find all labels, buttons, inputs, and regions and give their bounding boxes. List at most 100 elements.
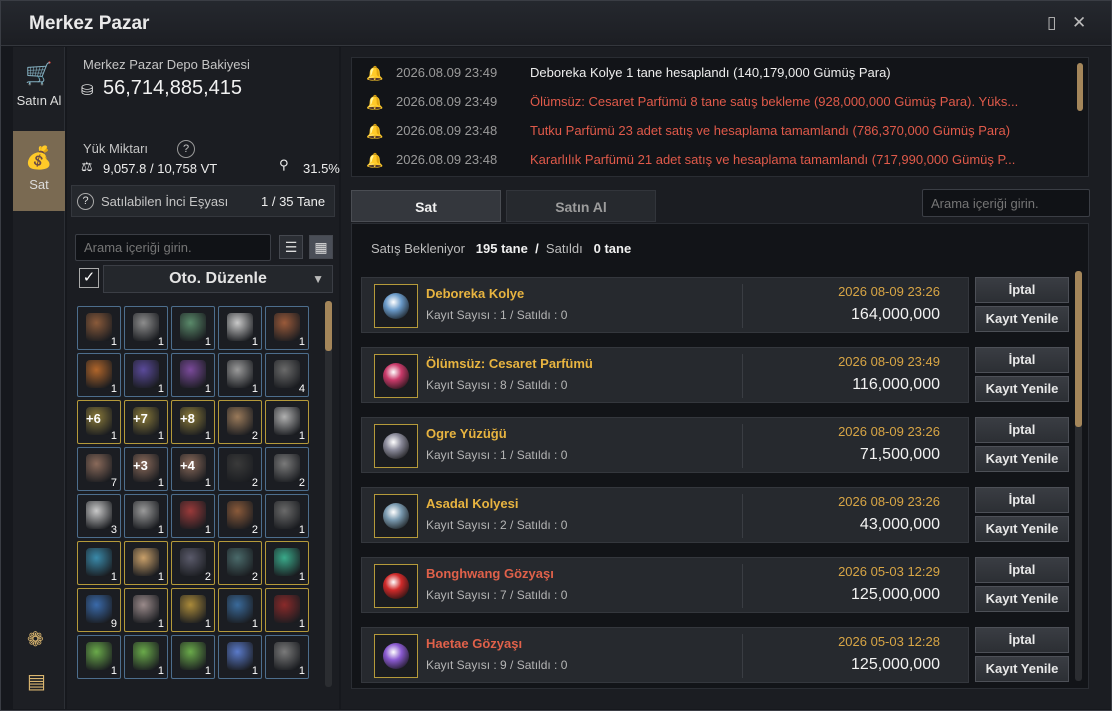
log-scrollbar[interactable]: [1077, 63, 1083, 111]
inventory-slot[interactable]: 1: [124, 306, 168, 350]
nav-sell[interactable]: 💰 Sat: [13, 131, 65, 211]
auto-sort-checkbox[interactable]: ✓: [79, 268, 99, 288]
left-search-input[interactable]: [75, 234, 271, 261]
inventory-slot[interactable]: 4: [265, 353, 309, 397]
item-icon: [274, 548, 300, 576]
item-count: 1: [204, 336, 211, 348]
inventory-slot[interactable]: 1: [218, 635, 262, 679]
inventory-slot[interactable]: +8 1: [171, 400, 215, 444]
inventory-slot[interactable]: 2: [218, 541, 262, 585]
renew-button[interactable]: Kayıt Yenile: [975, 586, 1069, 612]
inventory-slot[interactable]: 2: [171, 541, 215, 585]
inventory-slot[interactable]: 9: [77, 588, 121, 632]
close-icon[interactable]: ✕: [1072, 13, 1086, 33]
item-icon: [133, 313, 159, 341]
inventory-slot[interactable]: 1: [124, 635, 168, 679]
inventory-slot[interactable]: 1: [124, 353, 168, 397]
grid-view-icon[interactable]: ▦: [309, 235, 333, 259]
inventory-slot[interactable]: 1: [218, 353, 262, 397]
item-icon: [180, 360, 206, 388]
inventory-slot[interactable]: 1: [77, 541, 121, 585]
item-count: 1: [110, 665, 117, 677]
weight-help-icon[interactable]: ?: [177, 140, 195, 158]
tab-buy[interactable]: Satın Al: [506, 190, 656, 222]
cancel-button[interactable]: İptal: [975, 417, 1069, 443]
listing-row[interactable]: Ogre Yüzüğü Kayıt Sayısı : 1 / Satıldı : …: [361, 417, 969, 473]
pearl-help-icon[interactable]: ?: [77, 193, 94, 210]
inventory-slot[interactable]: 7: [77, 447, 121, 491]
inventory-slot[interactable]: 2: [265, 447, 309, 491]
log-scroll-thumb[interactable]: [1077, 63, 1083, 111]
renew-button[interactable]: Kayıt Yenile: [975, 306, 1069, 332]
nav-buy[interactable]: 🛒 Satın Al: [13, 47, 65, 127]
item-count: 1: [204, 477, 211, 489]
inventory-slot[interactable]: 1: [218, 588, 262, 632]
cancel-button[interactable]: İptal: [975, 627, 1069, 653]
inventory-slot[interactable]: 1: [171, 588, 215, 632]
inventory-slot[interactable]: 1: [265, 494, 309, 538]
cancel-button[interactable]: İptal: [975, 347, 1069, 373]
tab-sell[interactable]: Sat: [351, 190, 501, 222]
auto-sort-label: Oto. Düzenle: [169, 270, 267, 287]
phone-icon[interactable]: ▯: [1047, 13, 1056, 33]
right-search-input[interactable]: [922, 189, 1090, 217]
listing-divider: [742, 564, 743, 608]
log-message: Deboreka Kolye 1 tane hesaplandı (140,17…: [530, 65, 891, 80]
inventory-slot[interactable]: 1: [77, 306, 121, 350]
inventory-slot[interactable]: 1: [171, 635, 215, 679]
item-icon: [180, 595, 206, 623]
inventory-slot[interactable]: 1: [265, 635, 309, 679]
listing-scroll-thumb[interactable]: [1075, 271, 1082, 427]
inventory-slot[interactable]: 1: [218, 306, 262, 350]
inventory-scroll-thumb[interactable]: [325, 301, 332, 351]
title-bar: Merkez Pazar ▯ ✕: [1, 1, 1111, 46]
inventory-slot[interactable]: 2: [218, 494, 262, 538]
renew-button[interactable]: Kayıt Yenile: [975, 656, 1069, 682]
inventory-slot[interactable]: 1: [124, 494, 168, 538]
listing-name: Bonghwang Gözyaşı: [426, 566, 554, 581]
inventory-slot[interactable]: 2: [218, 447, 262, 491]
listing-scrollbar[interactable]: [1075, 271, 1082, 681]
item-count: 1: [110, 383, 117, 395]
inventory-slot[interactable]: 1: [77, 353, 121, 397]
inventory-slot[interactable]: 1: [77, 635, 121, 679]
listing-counts: Kayıt Sayısı : 8 / Satıldı : 0: [426, 378, 568, 392]
inventory-slot[interactable]: 1: [171, 494, 215, 538]
inventory-slot[interactable]: +6 1: [77, 400, 121, 444]
cancel-button[interactable]: İptal: [975, 557, 1069, 583]
item-icon: [86, 501, 112, 529]
list-view-icon[interactable]: ☰: [279, 235, 303, 259]
cancel-button[interactable]: İptal: [975, 277, 1069, 303]
inventory-slot[interactable]: 1: [265, 306, 309, 350]
log-entry: 🔔 2026.08.09 23:49 Deboreka Kolye 1 tane h…: [352, 59, 1072, 87]
inventory-slot[interactable]: +4 1: [171, 447, 215, 491]
listing-row[interactable]: Asadal Kolyesi Kayıt Sayısı : 2 / Satıldı…: [361, 487, 969, 543]
item-icon: [86, 595, 112, 623]
inventory-slot[interactable]: 2: [218, 400, 262, 444]
inventory-slot[interactable]: +3 1: [124, 447, 168, 491]
tree-icon[interactable]: ❁: [27, 627, 44, 652]
inventory-slot[interactable]: 3: [77, 494, 121, 538]
listing-row[interactable]: Haetae Gözyaşı Kayıt Sayısı : 9 / Satıldı…: [361, 627, 969, 683]
renew-button[interactable]: Kayıt Yenile: [975, 376, 1069, 402]
inventory-slot[interactable]: 1: [171, 306, 215, 350]
listing-row[interactable]: Ölümsüz: Cesaret Parfümü Kayıt Sayısı : 8…: [361, 347, 969, 403]
renew-button[interactable]: Kayıt Yenile: [975, 446, 1069, 472]
sold-value: 0 tane: [593, 241, 632, 256]
inventory-slot[interactable]: +7 1: [124, 400, 168, 444]
inventory-slot[interactable]: 1: [265, 541, 309, 585]
listing-row[interactable]: Bonghwang Gözyaşı Kayıt Sayısı : 7 / Satı…: [361, 557, 969, 613]
inventory-scrollbar[interactable]: [325, 301, 332, 687]
cancel-button[interactable]: İptal: [975, 487, 1069, 513]
listing-item-icon: [374, 354, 418, 398]
renew-button[interactable]: Kayıt Yenile: [975, 516, 1069, 542]
inventory-slot[interactable]: 1: [265, 400, 309, 444]
inventory-slot[interactable]: 1: [124, 588, 168, 632]
auto-sort-dropdown[interactable]: Oto. Düzenle ▼: [103, 265, 333, 293]
listing-name: Ölümsüz: Cesaret Parfümü: [426, 356, 593, 371]
backpack-icon[interactable]: ▤: [27, 669, 46, 694]
inventory-slot[interactable]: 1: [265, 588, 309, 632]
inventory-slot[interactable]: 1: [171, 353, 215, 397]
inventory-slot[interactable]: 1: [124, 541, 168, 585]
listing-row[interactable]: Deboreka Kolye Kayıt Sayısı : 1 / Satıldı…: [361, 277, 969, 333]
